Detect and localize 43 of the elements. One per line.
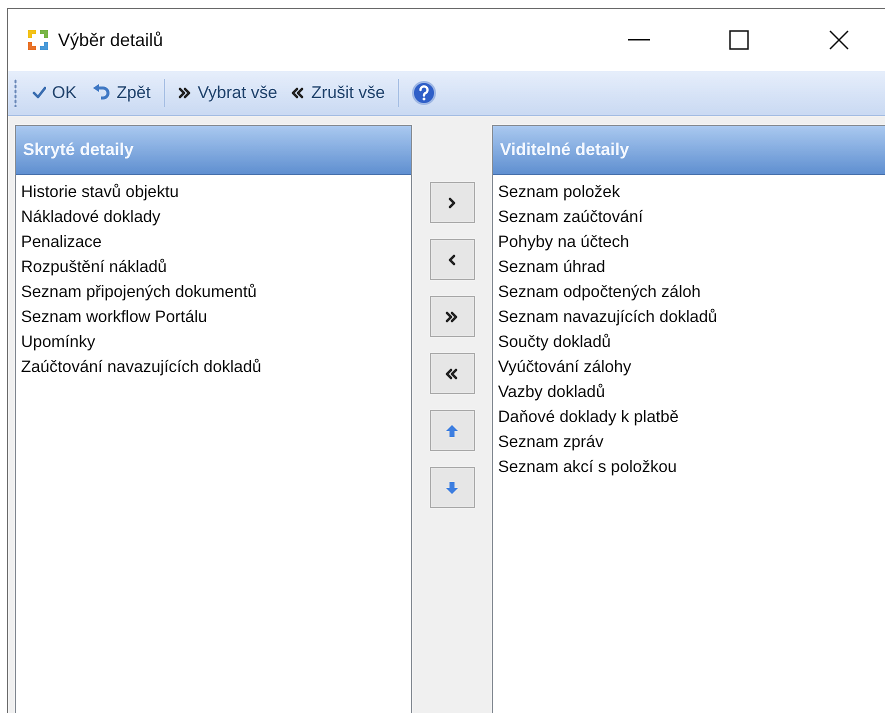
- list-item[interactable]: Pohyby na účtech: [498, 230, 630, 255]
- double-chevron-right-icon: [178, 86, 192, 100]
- move-button[interactable]: [430, 353, 474, 394]
- list-item[interactable]: Seznam úhrad: [498, 255, 606, 280]
- list-item[interactable]: Seznam workflow Portálu: [21, 305, 208, 330]
- toolbar-button[interactable]: Zrušit vše: [286, 79, 390, 107]
- maximize-icon: [729, 30, 749, 50]
- list-item[interactable]: Penalizace: [21, 230, 102, 255]
- list-item[interactable]: Seznam odpočtených záloh: [498, 280, 701, 305]
- list-item[interactable]: Vyúčtování zálohy: [498, 355, 632, 380]
- check-icon: [32, 86, 46, 100]
- help-icon: [412, 81, 436, 105]
- list-item[interactable]: Seznam položek: [498, 180, 620, 205]
- list-item[interactable]: Nákladové doklady: [21, 205, 160, 230]
- minimize-icon: [628, 39, 650, 41]
- list-item[interactable]: Seznam připojených dokumentů: [21, 280, 257, 305]
- list-item[interactable]: Seznam zpráv: [498, 430, 604, 455]
- list-item[interactable]: Upomínky: [21, 330, 96, 355]
- double-chevron-right-icon: [445, 310, 459, 324]
- list-item[interactable]: Seznam akcí s položkou: [498, 455, 677, 480]
- toolbar-button[interactable]: Vybrat vše: [172, 79, 282, 107]
- list-item[interactable]: Rozpuštění nákladů: [21, 255, 167, 280]
- list-item[interactable]: Daňové doklady k platbě: [498, 405, 679, 430]
- panel-title: Viditelné detaily: [500, 140, 630, 160]
- close-icon: [829, 30, 849, 50]
- list-item[interactable]: Seznam navazujících dokladů: [498, 305, 718, 330]
- app-icon: [26, 28, 50, 52]
- list-item[interactable]: Vazby dokladů: [498, 380, 606, 405]
- arrow-up-icon: [445, 424, 459, 438]
- toolbar-grip[interactable]: [14, 79, 17, 107]
- undo-icon: [90, 84, 111, 102]
- window-title: Výběr detailů: [58, 30, 164, 50]
- list-item[interactable]: Součty dokladů: [498, 330, 611, 355]
- list-item[interactable]: Seznam zaúčtování: [498, 205, 643, 230]
- move-button[interactable]: [430, 296, 474, 337]
- panel-title: Skryté detaily: [23, 140, 134, 160]
- list-item[interactable]: Zaúčtování navazujících dokladů: [21, 355, 262, 380]
- toolbar-button[interactable]: OK: [27, 79, 82, 107]
- double-chevron-left-icon: [291, 86, 306, 100]
- double-chevron-left-icon: [445, 366, 459, 380]
- arrow-down-icon: [445, 480, 459, 494]
- toolbar-button[interactable]: Zpět: [86, 79, 156, 107]
- list-item[interactable]: Historie stavů objektu: [21, 180, 179, 205]
